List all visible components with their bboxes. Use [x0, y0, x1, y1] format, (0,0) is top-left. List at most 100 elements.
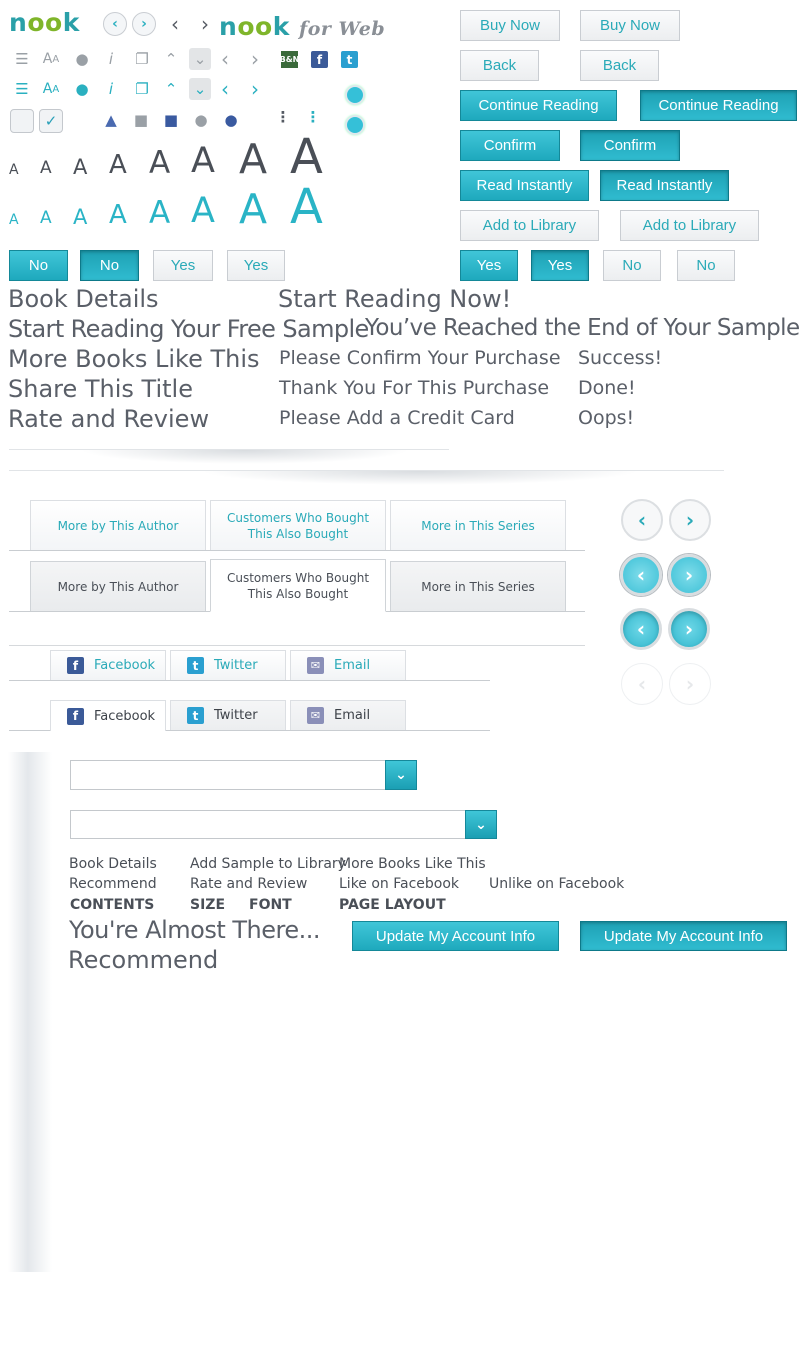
font-size-option-5-selected[interactable]: A	[149, 198, 170, 229]
people-grey-icon[interactable]: ●	[190, 109, 212, 131]
tab-customers-also-bought[interactable]: Customers Who Bought This Also Bought	[210, 500, 386, 550]
link-recommend[interactable]: Recommend	[69, 876, 157, 892]
dots-teal-icon[interactable]: ⋮	[302, 106, 324, 128]
speech-bubbles-icon[interactable]: ■	[130, 109, 152, 131]
chevron-left-icon[interactable]: ‹	[164, 12, 186, 36]
people-icon[interactable]: ●	[71, 78, 93, 100]
facebook-icon[interactable]: f	[311, 51, 328, 68]
font-size-option-6[interactable]: A	[191, 144, 215, 179]
link-unlike-facebook[interactable]: Unlike on Facebook	[489, 876, 624, 892]
chevron-right-icon[interactable]: ›	[194, 12, 216, 36]
copy-icon[interactable]: ❐	[131, 48, 153, 70]
confirm-button-pressed[interactable]: Confirm	[580, 130, 680, 161]
menu-contents[interactable]: CONTENTS	[70, 897, 154, 913]
yes-button[interactable]: Yes	[153, 250, 213, 281]
small-prev-button[interactable]: ‹	[103, 12, 127, 36]
chevron-right-icon[interactable]: ›	[244, 47, 266, 71]
checkbox-checked[interactable]: ✓	[39, 109, 63, 133]
add-to-library-button[interactable]: Add to Library	[460, 210, 599, 241]
update-account-button-pressed[interactable]: Update My Account Info	[580, 921, 787, 951]
copy-icon[interactable]: ❐	[131, 78, 153, 100]
font-size-icon[interactable]: AA	[40, 48, 62, 70]
share-email-tab-dark[interactable]: ✉ Email	[290, 700, 406, 730]
link-more-books[interactable]: More Books Like This	[339, 856, 486, 872]
info-icon[interactable]: i	[100, 78, 122, 100]
font-size-option-7-selected[interactable]: A	[239, 189, 267, 230]
font-size-icon[interactable]: AA	[40, 78, 62, 100]
checkbox-unchecked[interactable]	[10, 109, 34, 133]
no-button-grey[interactable]: No	[603, 250, 661, 281]
no-button-pressed[interactable]: No	[80, 250, 139, 281]
share-twitter-tab-dark[interactable]: t Twitter	[170, 700, 286, 730]
font-size-option-5[interactable]: A	[149, 148, 170, 179]
bn-icon[interactable]: B&N	[280, 51, 299, 68]
double-down-icon[interactable]: ⌄	[189, 78, 211, 100]
dropdown-select-1[interactable]: ⌄	[70, 760, 417, 790]
dropdown-select-2[interactable]: ⌄	[70, 810, 497, 839]
menu-font[interactable]: FONT	[249, 897, 292, 913]
info-icon[interactable]: i	[100, 48, 122, 70]
carousel-prev-button-pressed[interactable]: ‹	[620, 608, 662, 650]
buy-now-button[interactable]: Buy Now	[460, 10, 560, 41]
yes-button-teal[interactable]: Yes	[460, 250, 518, 281]
dropdown-toggle[interactable]: ⌄	[385, 760, 417, 790]
buy-now-button-hover[interactable]: Buy Now	[580, 10, 680, 41]
list-icon[interactable]: ☰	[11, 78, 33, 100]
small-next-button[interactable]: ›	[132, 12, 156, 36]
continue-reading-button-pressed[interactable]: Continue Reading	[640, 90, 797, 121]
confirm-button[interactable]: Confirm	[460, 130, 560, 161]
menu-page-layout[interactable]: PAGE LAYOUT	[339, 897, 446, 913]
double-up-icon[interactable]: ⌃	[160, 48, 182, 70]
link-rate-review[interactable]: Rate and Review	[190, 876, 307, 892]
chevron-right-icon[interactable]: ›	[244, 77, 266, 101]
share-facebook-tab-active[interactable]: f Facebook	[50, 700, 166, 731]
dropdown-toggle[interactable]: ⌄	[465, 810, 497, 839]
carousel-next-button[interactable]: ›	[669, 499, 711, 541]
read-instantly-button[interactable]: Read Instantly	[460, 170, 589, 201]
menu-size[interactable]: SIZE	[190, 897, 225, 913]
font-size-option-3-selected[interactable]: A	[73, 207, 87, 228]
double-up-icon[interactable]: ⌃	[160, 78, 182, 100]
list-icon[interactable]: ☰	[11, 48, 33, 70]
continue-reading-button[interactable]: Continue Reading	[460, 90, 617, 121]
tab-customers-also-bought-active[interactable]: Customers Who Bought This Also Bought	[210, 559, 386, 612]
font-size-option-8-selected[interactable]: A	[290, 183, 323, 231]
back-button[interactable]: Back	[460, 50, 539, 81]
dots-icon[interactable]: ⋮	[272, 106, 294, 128]
add-to-library-button-hover[interactable]: Add to Library	[620, 210, 759, 241]
yes-button-teal-pressed[interactable]: Yes	[531, 250, 589, 281]
read-instantly-button-pressed[interactable]: Read Instantly	[600, 170, 729, 201]
font-size-option-1-selected[interactable]: A	[9, 213, 19, 227]
link-like-facebook[interactable]: Like on Facebook	[339, 876, 459, 892]
font-size-option-3[interactable]: A	[73, 157, 87, 178]
speech-bubbles-blue-icon[interactable]: ■	[160, 109, 182, 131]
update-account-button[interactable]: Update My Account Info	[352, 921, 559, 951]
carousel-next-button-hover[interactable]: ›	[668, 554, 710, 596]
twitter-icon[interactable]: t	[341, 51, 358, 68]
people-icon[interactable]: ●	[71, 48, 93, 70]
font-size-option-4-selected[interactable]: A	[109, 202, 127, 228]
font-size-option-2[interactable]: A	[40, 160, 52, 177]
carousel-next-button-pressed[interactable]: ›	[668, 608, 710, 650]
double-down-icon[interactable]: ⌄	[189, 48, 211, 70]
radio-dot[interactable]	[345, 85, 365, 105]
carousel-prev-button[interactable]: ‹	[621, 499, 663, 541]
back-button-hover[interactable]: Back	[580, 50, 659, 81]
people-blue-icon[interactable]: ●	[220, 109, 242, 131]
carousel-prev-button-hover[interactable]: ‹	[620, 554, 662, 596]
tab-more-in-series[interactable]: More in This Series	[390, 500, 566, 550]
tab-more-in-series-dark[interactable]: More in This Series	[390, 561, 566, 611]
tab-more-by-author-dark[interactable]: More by This Author	[30, 561, 206, 611]
tab-more-by-author[interactable]: More by This Author	[30, 500, 206, 550]
no-button[interactable]: No	[9, 250, 68, 281]
chevron-left-icon[interactable]: ‹	[214, 47, 236, 71]
radio-dot[interactable]	[345, 115, 365, 135]
no-button-grey-alt[interactable]: No	[677, 250, 735, 281]
font-size-option-7[interactable]: A	[239, 139, 267, 180]
font-size-option-1[interactable]: A	[9, 163, 19, 177]
share-twitter-tab[interactable]: t Twitter	[170, 650, 286, 680]
link-add-sample[interactable]: Add Sample to Library	[190, 856, 346, 872]
font-size-option-6-selected[interactable]: A	[191, 194, 215, 229]
font-size-option-2-selected[interactable]: A	[40, 210, 52, 227]
chevron-left-icon[interactable]: ‹	[214, 77, 236, 101]
